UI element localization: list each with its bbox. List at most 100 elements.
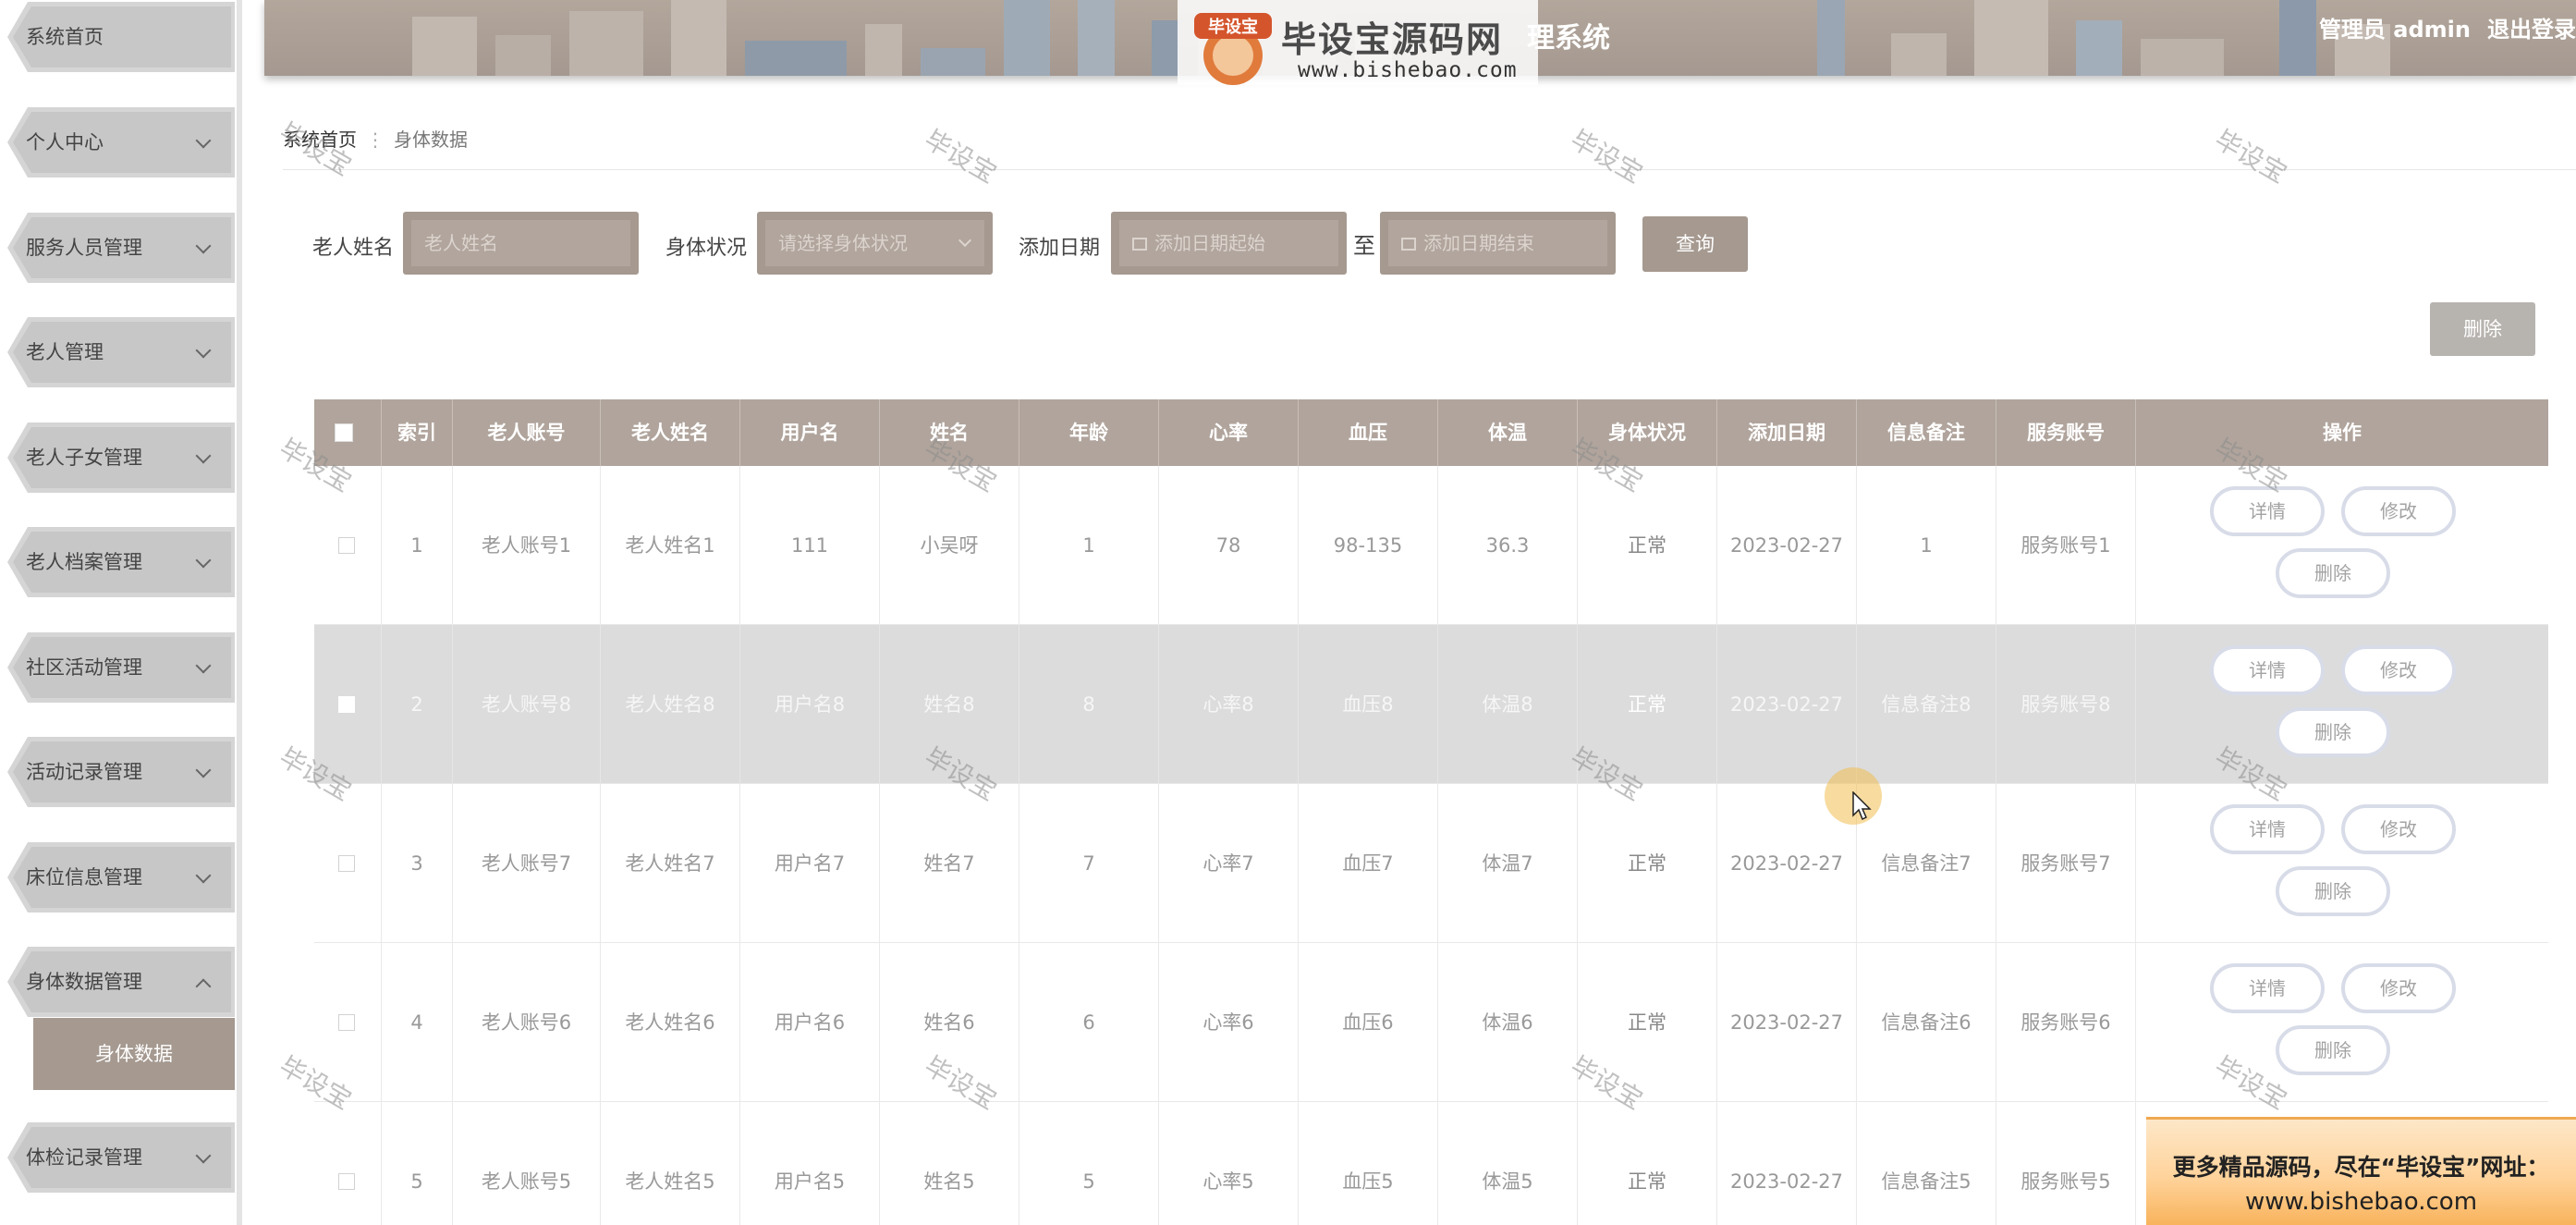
delete-button[interactable]: 删除 [2276,866,2390,916]
delete-button[interactable]: 删除 [2276,548,2390,598]
status-select[interactable]: 请选择身体状况 [757,212,993,275]
name-input[interactable]: 老人姓名 [403,212,639,275]
cell-blood-pressure: 血压5 [1299,1102,1438,1225]
cell-account: 老人账号7 [453,784,601,943]
cell-heart-rate: 心率6 [1159,943,1299,1102]
table-row: 4 老人账号6 老人姓名6 用户名6 姓名6 6 心率6 血压6 体温6 正常 … [314,943,2548,1102]
edit-button[interactable]: 修改 [2341,486,2456,536]
cell-username: 用户名8 [740,625,880,784]
cell-index: 2 [382,625,453,784]
cell-status: 正常 [1578,943,1717,1102]
row-checkbox[interactable] [338,696,355,713]
date-start-placeholder: 添加日期起始 [1154,232,1265,254]
cell-service-account: 服务账号1 [1996,466,2136,625]
delete-button[interactable]: 删除 [2276,707,2390,757]
cell-username: 用户名7 [740,784,880,943]
column-header: 身体状况 [1578,399,1717,466]
date-filter-label: 添加日期 [1019,237,1101,260]
row-checkbox[interactable] [338,1014,355,1031]
edit-button[interactable]: 修改 [2341,645,2456,695]
sidebar-item-beds[interactable]: 床位信息管理 [7,842,235,913]
logo-icon: 毕设宝 [1194,13,1272,85]
sidebar-item-checkup-records[interactable]: 体检记录管理 [7,1122,235,1193]
status-select-placeholder: 请选择身体状况 [778,232,908,254]
sidebar-item-elderly[interactable]: 老人管理 [7,317,235,387]
calendar-icon [1132,238,1147,251]
table-header: 索引 老人账号 老人姓名 用户名 姓名 年龄 心率 血压 体温 身体状况 添加日… [314,399,2548,466]
table-row: 3 老人账号7 老人姓名7 用户名7 姓名7 7 心率7 血压7 体温7 正常 … [314,784,2548,943]
cell-age: 7 [1019,784,1159,943]
detail-button[interactable]: 详情 [2210,645,2325,695]
admin-label: 管理员 admin [2318,17,2471,43]
sidebar-item-label: 社区活动管理 [26,656,142,679]
status-filter-label: 身体状况 [665,237,748,260]
cell-heart-rate: 78 [1159,466,1299,625]
sidebar-item-community-activity[interactable]: 社区活动管理 [7,632,235,703]
cell-status: 正常 [1578,466,1717,625]
date-end-input[interactable]: 添加日期结束 [1380,212,1616,275]
breadcrumb-home[interactable]: 系统首页 [283,129,357,151]
column-header: 年龄 [1019,399,1159,466]
detail-button[interactable]: 详情 [2210,486,2325,536]
sidebar-item-label: 老人管理 [26,341,104,363]
cell-service-account: 服务账号8 [1996,625,2136,784]
cell-name: 老人姓名5 [601,1102,740,1225]
sidebar-item-activity-records[interactable]: 活动记录管理 [7,737,235,807]
cell-note: 信息备注6 [1857,943,1996,1102]
cell-name: 老人姓名8 [601,625,740,784]
mouse-cursor-icon [1852,791,1872,821]
logout-link[interactable]: 退出登录 [2487,17,2576,43]
column-header: 用户名 [740,399,880,466]
delete-button[interactable]: 删除 [2276,1025,2390,1075]
edit-button[interactable]: 修改 [2341,963,2456,1013]
cell-age: 1 [1019,466,1159,625]
cell-date: 2023-02-27 [1717,943,1857,1102]
cell-date: 2023-02-27 [1717,1102,1857,1225]
cell-realname: 姓名8 [880,625,1019,784]
sidebar-subitem-body-data[interactable]: 身体数据 [33,1018,235,1090]
cell-note: 信息备注5 [1857,1102,1996,1225]
detail-button[interactable]: 详情 [2210,804,2325,854]
sidebar-item-children[interactable]: 老人子女管理 [7,423,235,493]
sidebar-item-personal-center[interactable]: 个人中心 [7,107,235,178]
row-select-cell [314,466,382,625]
name-input-placeholder: 老人姓名 [411,220,630,266]
edit-button[interactable]: 修改 [2341,804,2456,854]
sidebar-item-body-data[interactable]: 身体数据管理 [7,947,235,1017]
promo-banner[interactable]: 更多精品源码，尽在“毕设宝”网址： www.bishebao.com [2146,1117,2576,1225]
detail-button[interactable]: 详情 [2210,963,2325,1013]
cell-account: 老人账号8 [453,625,601,784]
logo-title: 毕设宝源码网 [1281,19,1504,60]
row-select-cell [314,1102,382,1225]
cell-blood-pressure: 98-135 [1299,466,1438,625]
select-all-checkbox[interactable] [335,423,353,442]
cell-account: 老人账号6 [453,943,601,1102]
query-button[interactable]: 查询 [1642,216,1748,272]
row-checkbox[interactable] [338,855,355,872]
user-info: 管理员 admin 退出登录 [2319,11,2576,43]
cell-realname: 姓名7 [880,784,1019,943]
sidebar: 系统首页 个人中心 服务人员管理 老人管理 老人子女管理 老人档案管理 社区活动… [0,0,242,1225]
sidebar-item-archives[interactable]: 老人档案管理 [7,527,235,597]
cell-note: 1 [1857,466,1996,625]
sidebar-item-label: 身体数据管理 [26,971,142,993]
cell-temperature: 体温7 [1438,784,1578,943]
logo-url: www.bishebao.com [1298,58,1518,82]
cell-index: 3 [382,784,453,943]
row-checkbox[interactable] [338,1173,355,1190]
sidebar-item-label: 服务人员管理 [26,237,142,259]
row-checkbox[interactable] [338,537,355,554]
sidebar-item-staff[interactable]: 服务人员管理 [7,213,235,283]
date-start-input[interactable]: 添加日期起始 [1111,212,1347,275]
cell-account: 老人账号1 [453,466,601,625]
watermark: 毕设宝 [919,124,1002,190]
batch-delete-button[interactable]: 删除 [2430,302,2535,356]
sidebar-item-home[interactable]: 系统首页 [7,2,235,72]
sidebar-item-label: 系统首页 [26,26,104,48]
cell-name: 老人姓名6 [601,943,740,1102]
cell-status: 正常 [1578,1102,1717,1225]
column-header: 血压 [1299,399,1438,466]
cell-name: 老人姓名7 [601,784,740,943]
promo-url: www.bishebao.com [2244,1188,2478,1216]
date-range-separator: 至 [1353,233,1375,259]
